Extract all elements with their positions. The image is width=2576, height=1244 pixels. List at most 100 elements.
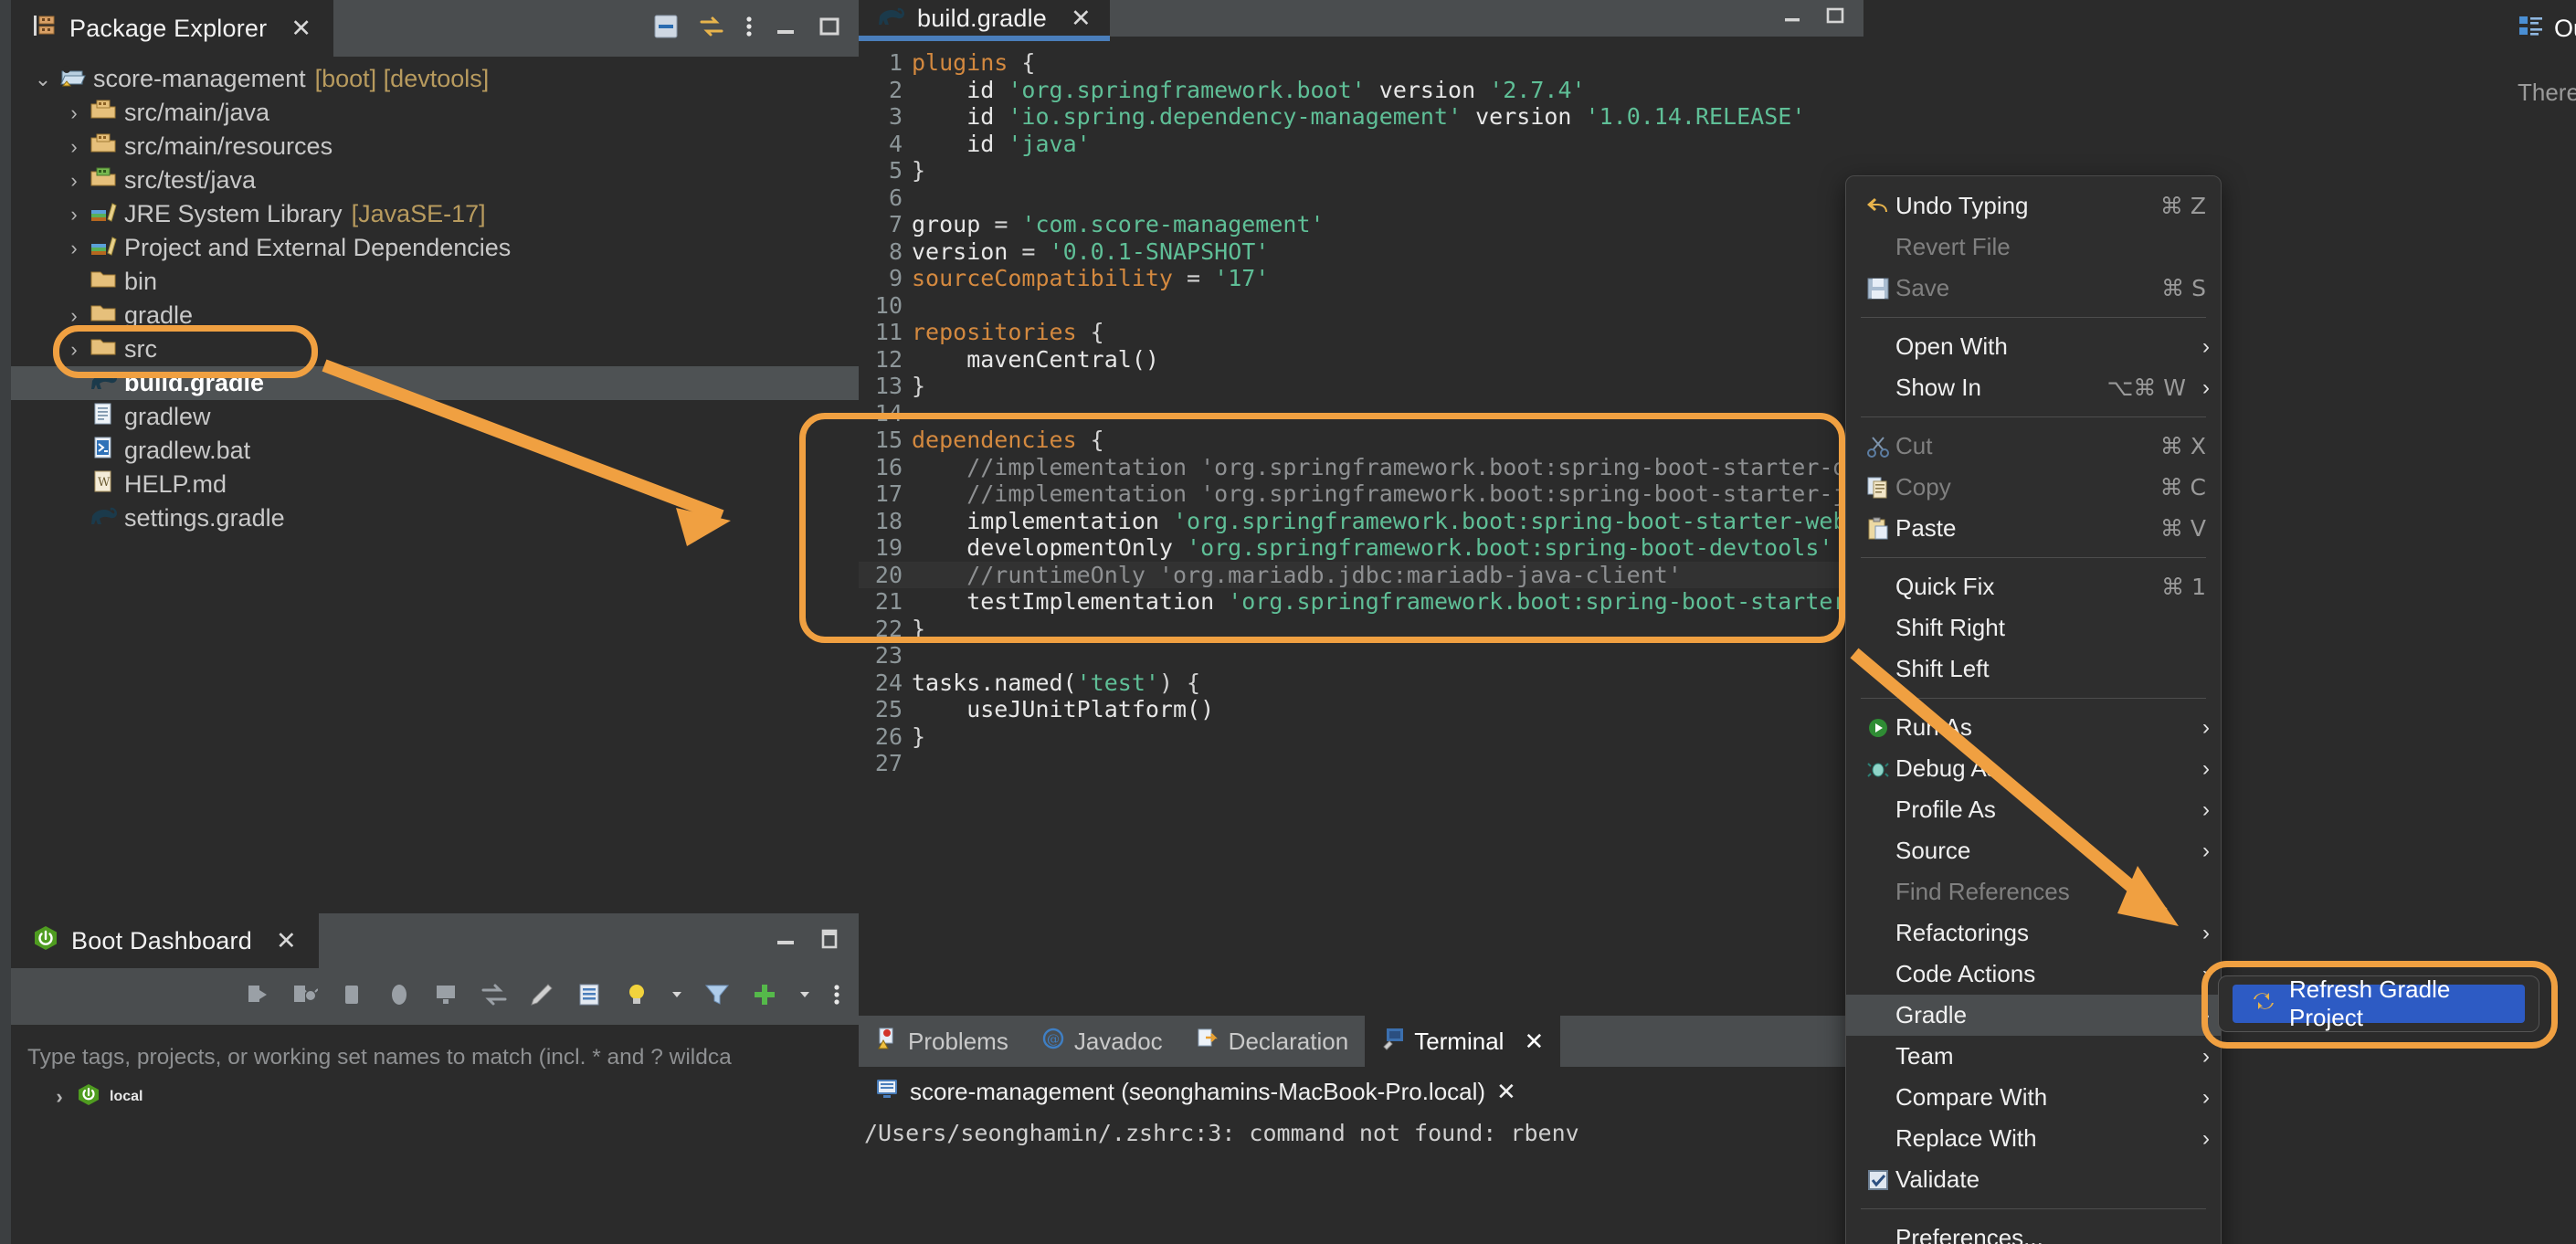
line-number: 26 xyxy=(874,722,903,750)
menu-item-quick-fix[interactable]: Quick Fix ⌘ 1 xyxy=(1846,566,2221,607)
expand-arrow-icon[interactable]: › xyxy=(58,169,90,193)
tab-build-gradle[interactable]: build.gradle ✕ xyxy=(859,0,1110,41)
menu-item-validate[interactable]: Validate xyxy=(1846,1159,2221,1200)
line-number: 10 xyxy=(874,291,903,319)
expand-arrow-icon[interactable]: › xyxy=(58,135,90,159)
menu-item-team[interactable]: Team › xyxy=(1846,1036,2221,1077)
restart-icon[interactable] xyxy=(385,981,413,1013)
view-menu-icon[interactable] xyxy=(831,981,842,1013)
expand-arrow-icon[interactable]: › xyxy=(58,237,90,260)
link-with-editor-icon[interactable] xyxy=(698,13,725,45)
expand-arrow-icon[interactable]: › xyxy=(58,338,90,362)
debug-start-icon[interactable] xyxy=(290,981,319,1013)
stop-icon[interactable] xyxy=(338,981,365,1013)
tree-item[interactable]: gradlew.bat xyxy=(11,434,859,468)
open-console-icon[interactable] xyxy=(433,981,460,1013)
menu-item-profile-as[interactable]: Profile As › xyxy=(1846,789,2221,830)
tree-item[interactable]: › gradle xyxy=(11,299,859,332)
console-tab-problems[interactable]: Problems xyxy=(859,1016,1025,1067)
expand-arrow-icon[interactable]: › xyxy=(58,304,90,328)
console-tab-terminal[interactable]: Terminal ✕ xyxy=(1365,1016,1561,1067)
tree-item[interactable]: settings.gradle xyxy=(11,501,859,535)
menu-item-code-actions[interactable]: Code Actions › xyxy=(1846,954,2221,995)
gradle-submenu[interactable]: Refresh Gradle Project xyxy=(2218,975,2539,1032)
menu-item-cut[interactable]: Cut ⌘ X xyxy=(1846,426,2221,467)
minimize-icon[interactable] xyxy=(773,14,798,44)
menu-item-source[interactable]: Source › xyxy=(1846,830,2221,871)
editor-context-menu[interactable]: Undo Typing ⌘ Z Revert File Save ⌘ S Open Wit… xyxy=(1845,175,2222,1244)
menu-item-gradle[interactable]: Gradle › xyxy=(1846,995,2221,1036)
refresh-gradle-project-button[interactable]: Refresh Gradle Project xyxy=(2233,975,2525,1031)
tree-item[interactable]: ⌄ score-management [boot] [devtools] xyxy=(11,62,859,96)
close-icon[interactable]: ✕ xyxy=(276,927,297,955)
minimize-icon[interactable] xyxy=(773,926,798,956)
tree-item[interactable]: › src/test/java xyxy=(11,163,859,197)
tab-outline[interactable]: Outl xyxy=(2505,0,2576,57)
tree-item[interactable]: bin xyxy=(11,265,859,299)
menu-item-open-with[interactable]: Open With › xyxy=(1846,326,2221,367)
terminal-session-tab[interactable]: score-management (seonghamins-MacBook-Pr… xyxy=(859,1067,1533,1116)
code-token: sourceCompatibility xyxy=(912,265,1188,292)
boot-dashboard-item[interactable]: › local xyxy=(27,1080,859,1113)
menu-item-replace-with[interactable]: Replace With › xyxy=(1846,1118,2221,1159)
menu-item-revert-file[interactable]: Revert File xyxy=(1846,227,2221,268)
tree-item-selected[interactable]: build.gradle xyxy=(11,366,859,400)
menu-item-save[interactable]: Save ⌘ S xyxy=(1846,268,2221,309)
menu-item-shift-right[interactable]: Shift Right xyxy=(1846,607,2221,648)
tree-item[interactable]: › src xyxy=(11,332,859,366)
toggle-devtools-icon[interactable] xyxy=(480,981,508,1013)
menu-item-debug-as[interactable]: Debug As › xyxy=(1846,748,2221,789)
edit-icon[interactable] xyxy=(528,981,555,1013)
filter-icon[interactable] xyxy=(703,981,731,1013)
terminal-output: /Users/seonghamin/.zshrc:3: command not … xyxy=(864,1120,1579,1146)
menu-item-run-as[interactable]: Run As › xyxy=(1846,707,2221,748)
tree-item[interactable]: › Project and External Dependencies xyxy=(11,231,859,265)
expand-arrow-icon[interactable]: › xyxy=(44,1085,75,1109)
tree-item[interactable]: › src/main/java xyxy=(11,96,859,130)
tab-package-explorer[interactable]: Package Explorer ✕ xyxy=(11,0,334,57)
menu-item-compare-with[interactable]: Compare With › xyxy=(1846,1077,2221,1118)
boot-dashboard-tree[interactable]: › local xyxy=(11,1080,859,1113)
close-icon[interactable]: ✕ xyxy=(290,15,311,43)
maximize-icon[interactable] xyxy=(1823,5,1847,33)
restore-icon[interactable] xyxy=(817,926,842,956)
code-editor[interactable]: 1 plugins {2 id 'org.springframework.boot… xyxy=(859,42,1863,1016)
package-explorer-icon xyxy=(33,14,57,44)
menu-item-undo-typing[interactable]: Undo Typing ⌘ Z xyxy=(1846,185,2221,227)
tab-boot-dashboard[interactable]: Boot Dashboard ✕ xyxy=(11,913,319,968)
menu-item-preferences[interactable]: Preferences... xyxy=(1846,1218,2221,1244)
view-menu-icon[interactable] xyxy=(744,13,755,45)
menu-item-refactorings[interactable]: Refactorings › xyxy=(1846,912,2221,954)
minimize-icon[interactable] xyxy=(1781,5,1805,33)
start-icon[interactable] xyxy=(243,981,270,1013)
add-icon[interactable] xyxy=(751,981,778,1013)
menu-item-paste[interactable]: Paste ⌘ V xyxy=(1846,508,2221,549)
expand-arrow-icon[interactable]: › xyxy=(58,101,90,125)
close-icon[interactable]: ✕ xyxy=(1496,1078,1516,1106)
menu-item-copy[interactable]: Copy ⌘ C xyxy=(1846,467,2221,508)
code-line: 13} xyxy=(859,373,1863,400)
menu-item-find-references[interactable]: Find References xyxy=(1846,871,2221,912)
console-tab-javadoc[interactable]: @ Javadoc xyxy=(1025,1016,1179,1067)
code-token: { xyxy=(1090,427,1104,454)
expand-arrow-icon[interactable]: ⌄ xyxy=(27,68,58,91)
tree-item[interactable]: › JRE System Library [JavaSE-17] xyxy=(11,197,859,231)
chevron-down-icon[interactable] xyxy=(798,988,811,1006)
menu-item-show-in[interactable]: Show In ⌥⌘ W › xyxy=(1846,367,2221,408)
close-icon[interactable]: ✕ xyxy=(1524,1028,1544,1056)
close-icon[interactable]: ✕ xyxy=(1071,5,1092,33)
properties-icon[interactable] xyxy=(575,981,603,1013)
collapse-all-icon[interactable] xyxy=(652,13,680,45)
boot-dashboard-toolbar xyxy=(11,968,859,1025)
tree-item[interactable]: › src/main/resources xyxy=(11,130,859,163)
lightbulb-icon[interactable] xyxy=(623,981,650,1013)
maximize-icon[interactable] xyxy=(817,14,842,44)
tree-item[interactable]: gradlew xyxy=(11,400,859,434)
project-tree[interactable]: ⌄ score-management [boot] [devtools] › src/m… xyxy=(11,57,859,535)
boot-dashboard-filter-input[interactable]: Type tags, projects, or working set name… xyxy=(11,1025,859,1080)
menu-item-shift-left[interactable]: Shift Left xyxy=(1846,648,2221,690)
chevron-down-icon[interactable] xyxy=(670,988,683,1006)
tree-item[interactable]: W HELP.md xyxy=(11,468,859,501)
expand-arrow-icon[interactable]: › xyxy=(58,203,90,227)
console-tab-declaration[interactable]: Declaration xyxy=(1179,1016,1366,1067)
